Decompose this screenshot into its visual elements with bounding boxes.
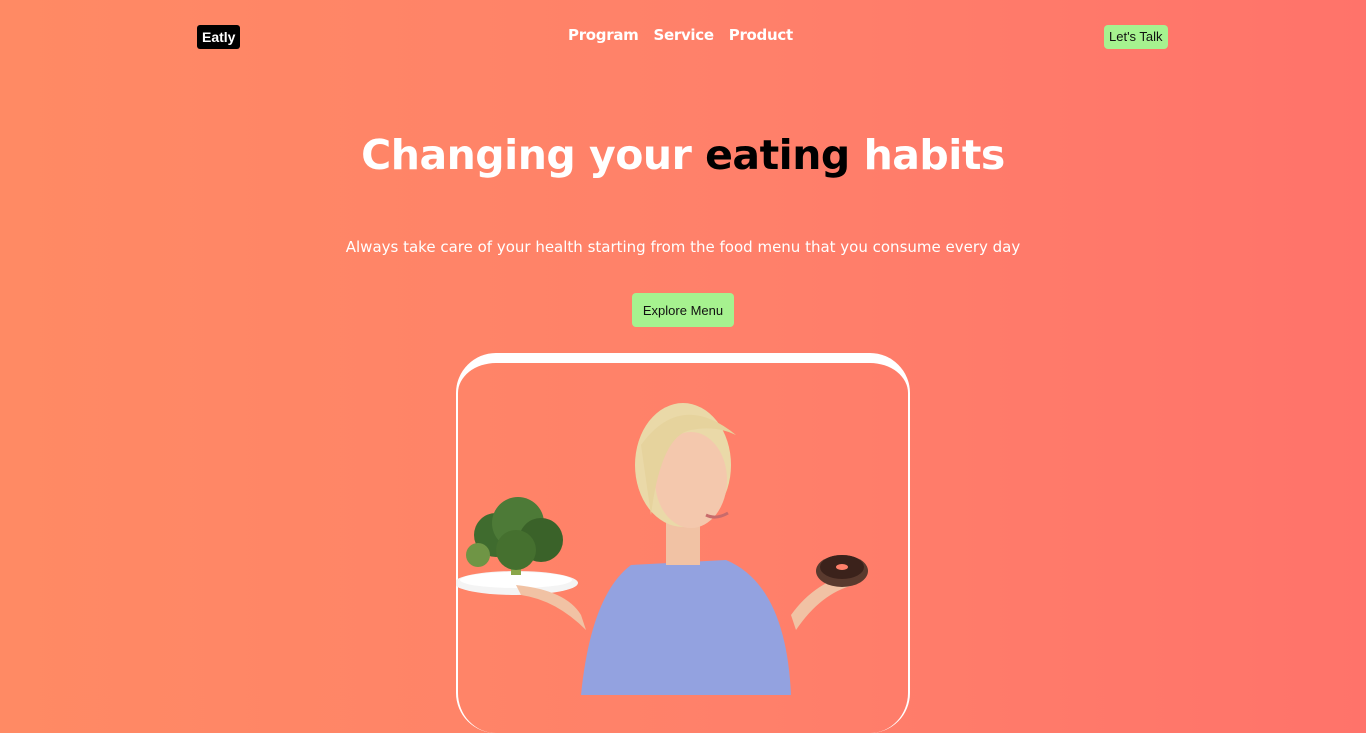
lets-talk-button[interactable]: Let's Talk — [1104, 25, 1168, 49]
hero-title-highlight: eating — [705, 131, 850, 179]
woman-figure — [516, 403, 856, 695]
hero-subtitle: Always take care of your health starting… — [345, 238, 1021, 256]
nav-service[interactable]: Service — [653, 26, 714, 44]
hero-image — [456, 403, 868, 695]
explore-menu-button[interactable]: Explore Menu — [632, 293, 734, 327]
hero-title: Changing your eating habits — [0, 131, 1366, 179]
donut — [816, 555, 868, 587]
nav-program[interactable]: Program — [568, 26, 639, 44]
main-nav: Program Service Product — [568, 26, 793, 44]
hero-title-start: Changing your — [361, 131, 692, 179]
broccoli-plate — [456, 497, 578, 595]
logo[interactable]: Eatly — [197, 25, 241, 49]
nav-product[interactable]: Product — [729, 26, 793, 44]
hero-title-end: habits — [863, 131, 1006, 179]
